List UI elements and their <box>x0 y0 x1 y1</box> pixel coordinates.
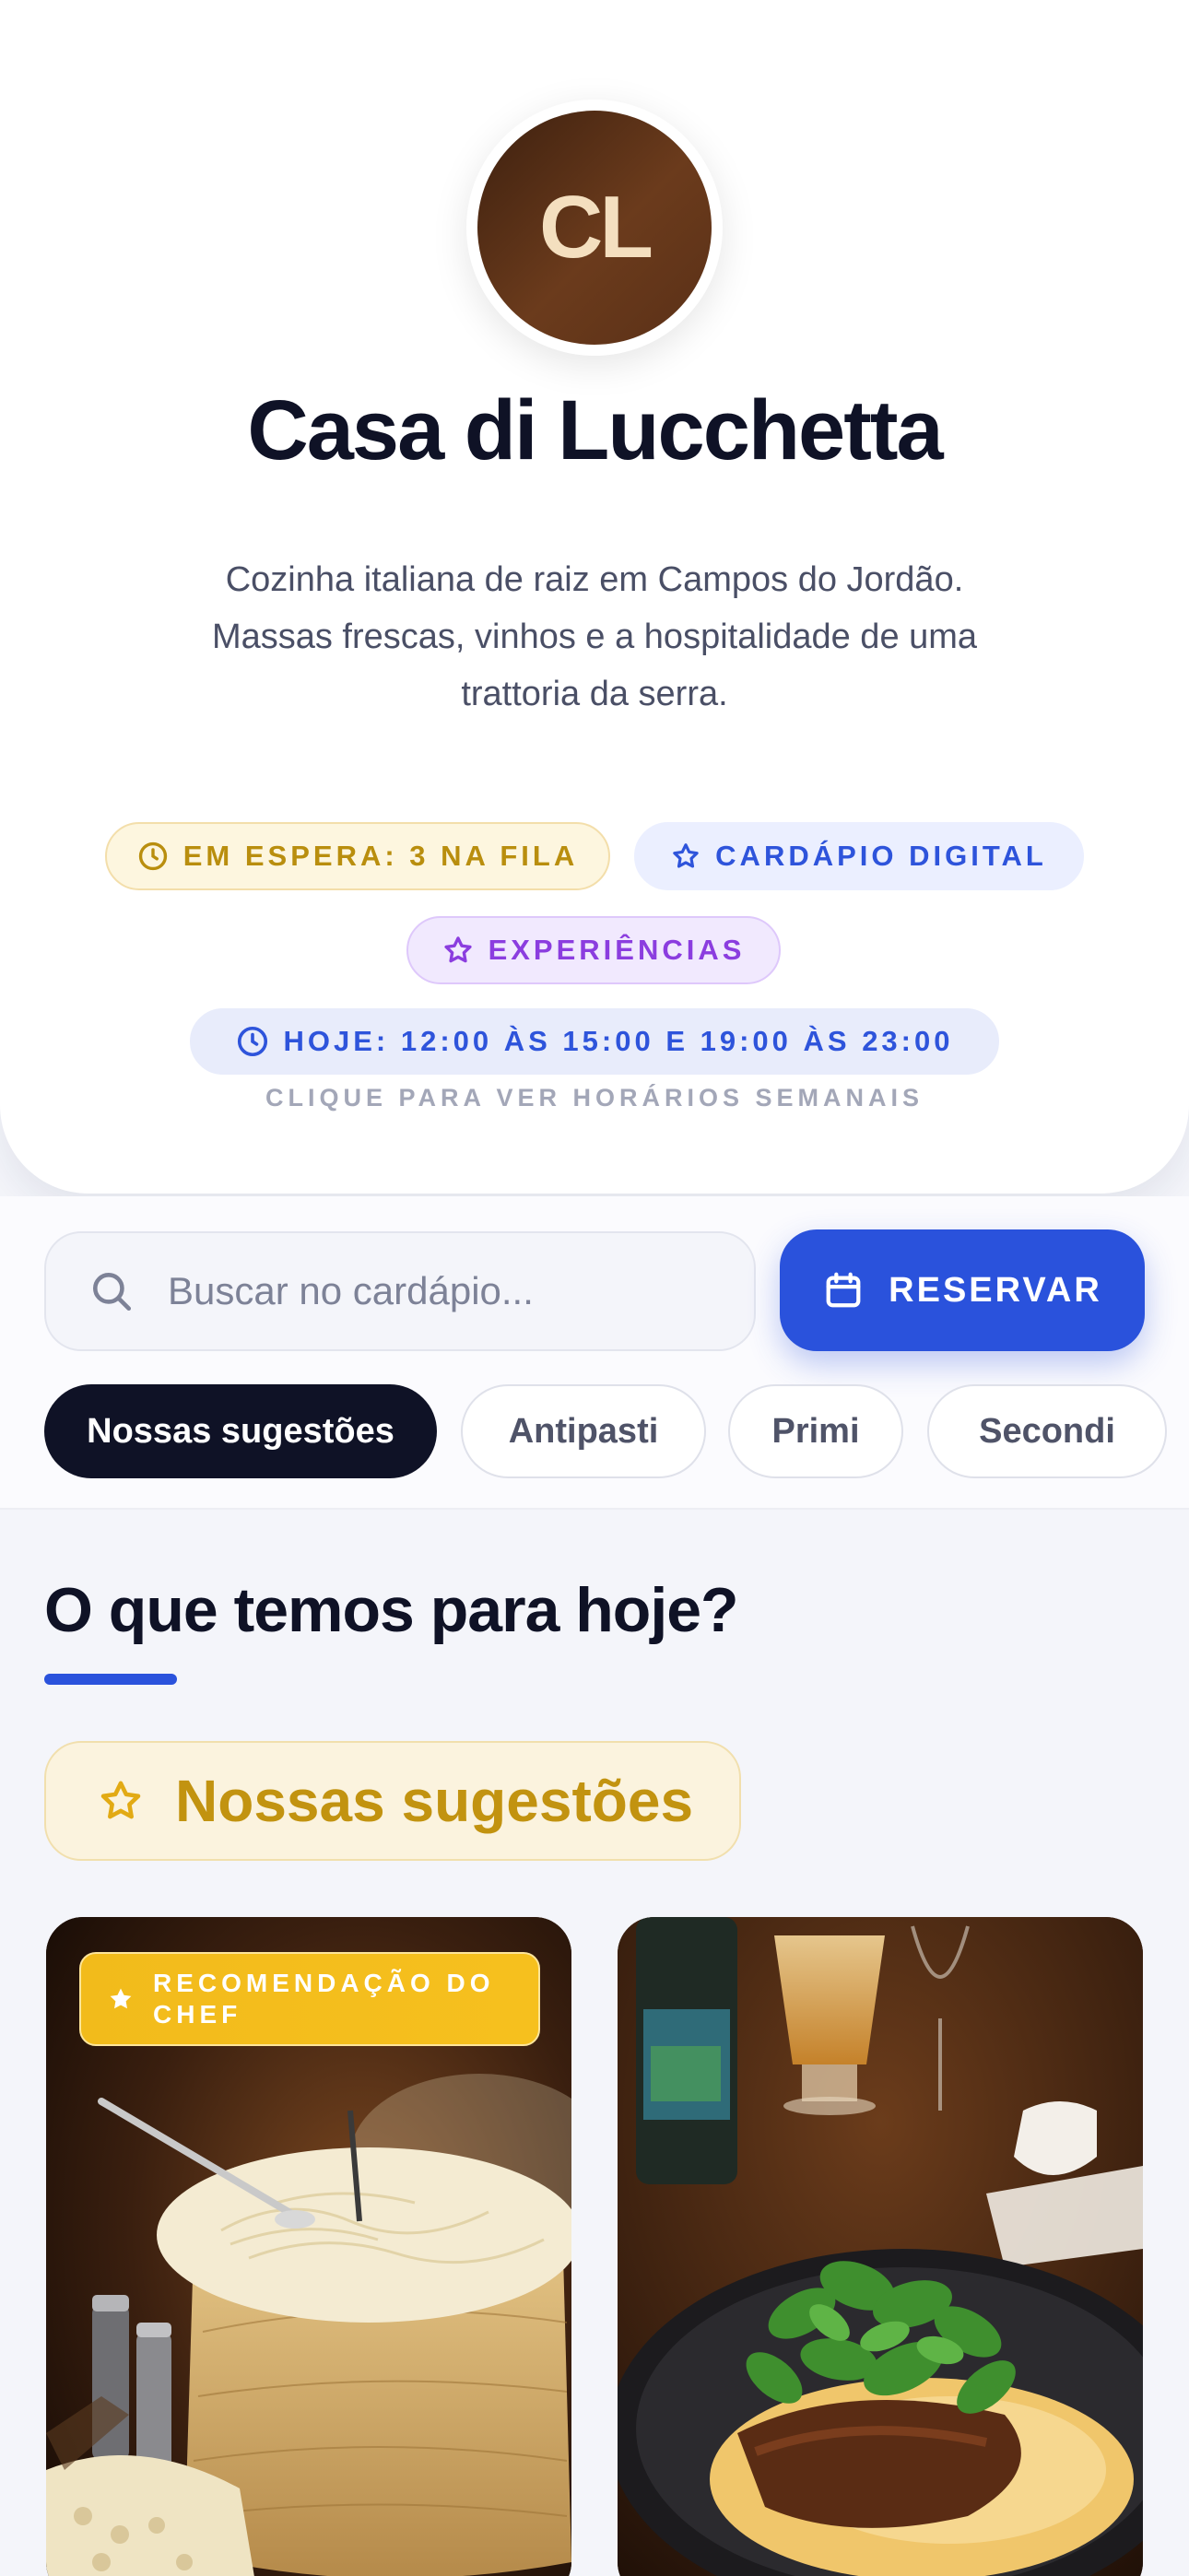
chef-recommendation-badge: RECOMENDAÇÃO DO CHEF <box>79 1952 540 2046</box>
section-title: O que temos para hoje? <box>44 1575 739 1645</box>
chef-recommendation-label: RECOMENDAÇÃO DO CHEF <box>153 1969 495 2029</box>
digital-menu-label: CARDÁPIO DIGITAL <box>715 840 1047 872</box>
tab-nossas-sugestoes[interactable]: Nossas sugestões <box>44 1384 437 1478</box>
restaurant-name: Casa di Lucchetta <box>247 383 943 477</box>
experiences-label: EXPERIÊNCIAS <box>488 934 746 966</box>
experiences-badge[interactable]: EXPERIÊNCIAS <box>406 916 781 984</box>
star-icon <box>110 1988 132 2009</box>
hours-badge[interactable]: HOJE: 12:00 ÀS 15:00 E 19:00 ÀS 23:00 <box>190 1008 999 1075</box>
category-header-label: Nossas sugestões <box>175 1768 694 1834</box>
search-icon <box>93 1273 132 1312</box>
dish-photo <box>618 1917 1143 2576</box>
star-icon <box>443 936 472 963</box>
section-underline <box>44 1674 177 1685</box>
clock-icon <box>237 1026 267 1057</box>
search-input[interactable]: Buscar no cardápio... <box>44 1231 756 1351</box>
search-placeholder: Buscar no cardápio... <box>168 1269 534 1312</box>
reserve-label: RESERVAR <box>889 1270 1102 1310</box>
waitlist-label: EM ESPERA: 3 NA FILA <box>182 840 579 872</box>
menu-item-card[interactable] <box>618 1917 1143 2576</box>
menu-item-card[interactable]: RECOMENDAÇÃO DO CHEF <box>46 1917 571 2576</box>
restaurant-description: Cozinha italiana de raiz em Campos do Jo… <box>211 560 978 713</box>
tab-secondi[interactable]: Secondi <box>927 1384 1167 1478</box>
category-header: Nossas sugestões <box>44 1741 741 1861</box>
tab-primi[interactable]: Primi <box>728 1384 903 1478</box>
digital-menu-badge[interactable]: CARDÁPIO DIGITAL <box>634 822 1084 890</box>
avatar: CL <box>466 100 723 356</box>
menu-toolbar: Buscar no cardápio... RESERVAR Nossas su… <box>0 1196 1189 1510</box>
calendar-icon <box>826 1272 861 1308</box>
clock-icon <box>138 841 167 871</box>
waitlist-badge[interactable]: EM ESPERA: 3 NA FILA <box>105 822 610 890</box>
category-tabs: Nossas sugestões Antipasti Primi Secondi <box>44 1384 1189 1478</box>
reserve-button[interactable]: RESERVAR <box>780 1229 1145 1351</box>
tab-antipasti[interactable]: Antipasti <box>461 1384 706 1478</box>
hours-hint[interactable]: CLIQUE PARA VER HORÁRIOS SEMANAIS <box>0 1084 1189 1112</box>
avatar-initials: CL <box>477 111 712 345</box>
star-icon <box>673 843 699 868</box>
star-icon <box>100 1781 141 1819</box>
restaurant-header: CL Casa di Lucchetta Cozinha italiana de… <box>0 0 1189 1194</box>
hours-label: HOJE: 12:00 ÀS 15:00 E 19:00 ÀS 23:00 <box>283 1025 954 1057</box>
